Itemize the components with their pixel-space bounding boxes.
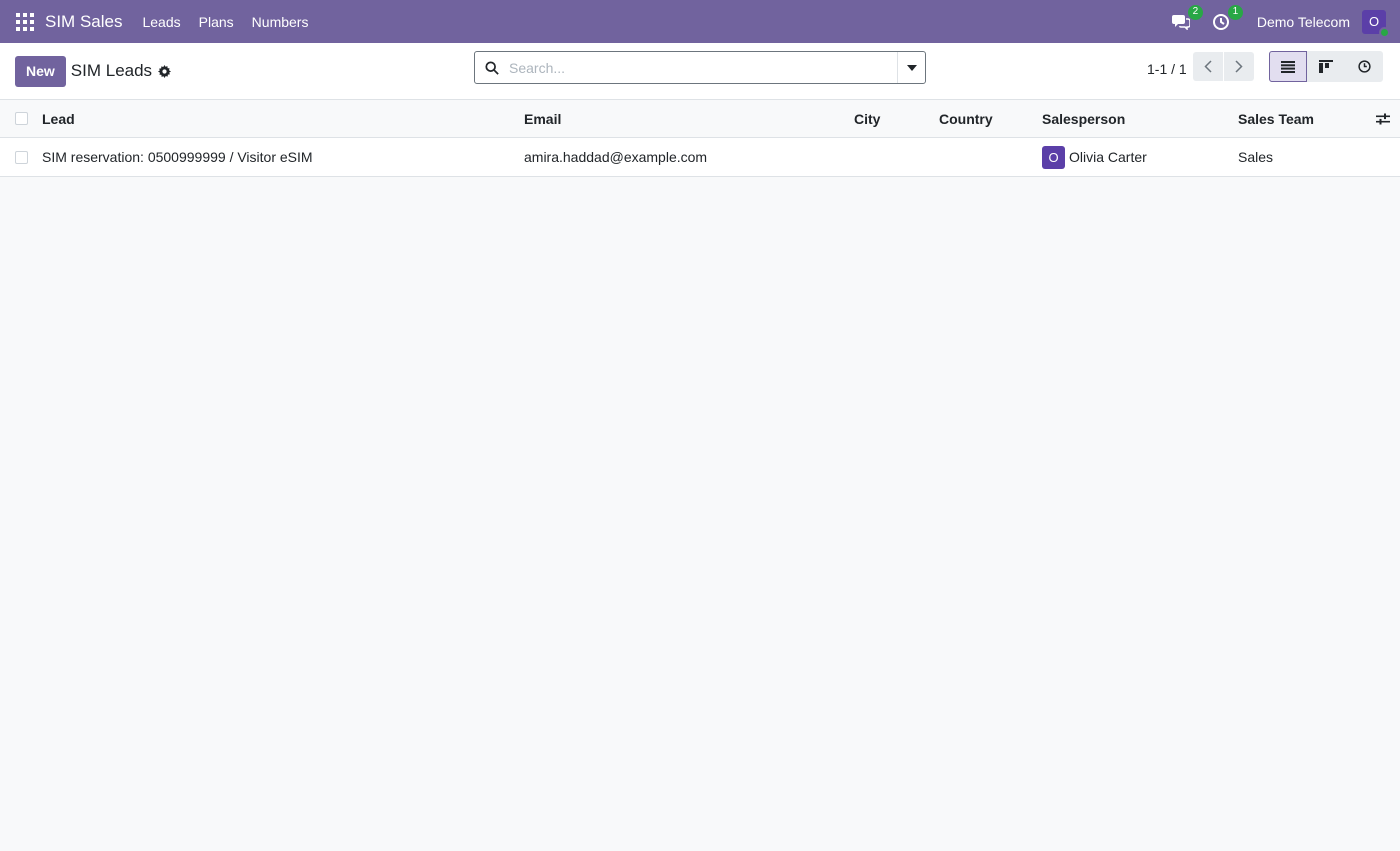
menu-item-plans[interactable]: Plans (199, 14, 234, 30)
search-icon (475, 60, 509, 75)
column-header-lead[interactable]: Lead (42, 100, 75, 137)
pager-nav (1193, 52, 1254, 81)
search-options-toggle[interactable] (897, 52, 925, 83)
chevron-left-icon (1204, 60, 1212, 73)
pager-value[interactable]: 1-1 / 1 (1147, 61, 1187, 77)
column-header-country[interactable]: Country (939, 100, 993, 137)
view-switcher (1269, 51, 1383, 82)
list-view-button[interactable] (1269, 51, 1307, 82)
column-header-email[interactable]: Email (524, 100, 561, 137)
list-icon (1281, 60, 1295, 73)
menu-item-numbers[interactable]: Numbers (252, 14, 309, 30)
cell-salesperson[interactable]: O Olivia Carter (1042, 138, 1147, 176)
app-brand[interactable]: SIM Sales (45, 12, 122, 32)
cell-lead[interactable]: SIM reservation: 0500999999 / Visitor eS… (42, 138, 313, 176)
table-header: Lead Email City Country Salesperson Sale… (0, 100, 1400, 138)
sliders-icon (1376, 113, 1390, 124)
search-input[interactable] (509, 59, 897, 76)
chat-icon (1171, 14, 1190, 30)
select-all-checkbox-cell (15, 100, 28, 137)
online-status-dot (1379, 26, 1390, 38)
kanban-view-button[interactable] (1307, 51, 1345, 82)
apps-grid-icon[interactable] (16, 12, 34, 31)
select-all-checkbox[interactable] (15, 112, 28, 125)
pager-next-button[interactable] (1224, 52, 1254, 81)
user-initial: O (1368, 14, 1380, 29)
new-button[interactable]: New (15, 55, 66, 87)
activities-badge: 1 (1227, 4, 1243, 20)
chevron-right-icon (1235, 60, 1243, 73)
kanban-icon (1319, 60, 1333, 73)
user-avatar[interactable]: O (1362, 9, 1390, 38)
optional-columns-toggle[interactable] (1376, 100, 1390, 137)
page-title: SIM Leads (70, 61, 153, 80)
clock-icon (1357, 60, 1371, 73)
table-row[interactable]: SIM reservation: 0500999999 / Visitor eS… (0, 138, 1400, 177)
activity-view-button[interactable] (1345, 51, 1383, 82)
control-panel: New SIM Leads 1-1 / 1 (0, 43, 1400, 100)
salesperson-name: Olivia Carter (1069, 149, 1147, 165)
avatar: O (1042, 145, 1065, 169)
activities-button[interactable]: 1 (1211, 4, 1243, 32)
clock-icon (1212, 13, 1229, 30)
cell-sales-team[interactable]: Sales (1238, 138, 1273, 176)
menu-item-leads[interactable]: Leads (142, 14, 180, 30)
gear-icon[interactable] (158, 64, 172, 78)
column-header-salesperson[interactable]: Salesperson (1042, 100, 1125, 137)
top-navbar: SIM Sales Leads Plans Numbers 2 1 Demo T… (0, 0, 1400, 43)
messages-badge: 2 (1187, 4, 1203, 20)
row-checkbox[interactable] (15, 150, 28, 164)
caret-down-icon (906, 64, 917, 71)
cell-email[interactable]: amira.haddad@example.com (524, 138, 707, 176)
messages-button[interactable]: 2 (1171, 4, 1203, 32)
company-switcher[interactable]: Demo Telecom (1257, 14, 1350, 30)
leads-list: Lead Email City Country Salesperson Sale… (0, 100, 1400, 177)
row-checkbox-cell (15, 138, 28, 176)
column-header-city[interactable]: City (854, 100, 880, 137)
column-header-sales-team[interactable]: Sales Team (1238, 100, 1314, 137)
search-bar (474, 51, 926, 84)
pager-previous-button[interactable] (1193, 52, 1223, 81)
